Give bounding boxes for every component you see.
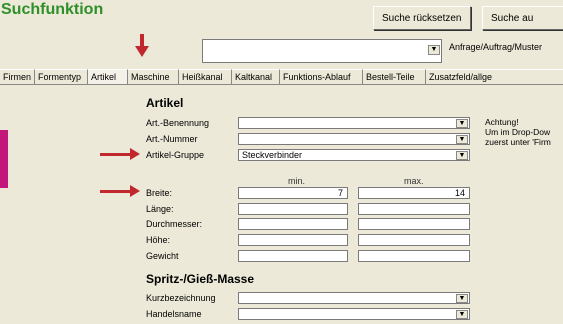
min-header: min. <box>288 176 306 186</box>
arrow-right-shaft <box>100 153 130 156</box>
durchmesser-min-input[interactable] <box>238 218 348 230</box>
durchmesser-max-input[interactable] <box>358 218 470 230</box>
kurzbezeichnung-select[interactable]: ▼ <box>238 292 470 304</box>
art-nummer-select[interactable]: ▼ <box>238 133 470 145</box>
arrow-right-icon <box>130 148 140 160</box>
arrow-right-icon <box>130 185 140 197</box>
gewicht-max-input[interactable] <box>358 250 470 262</box>
tab-firmen[interactable]: Firmen <box>0 69 35 84</box>
tab-bar: Firmen Formentyp Artikel Maschine Heißka… <box>0 69 563 84</box>
kurzbezeichnung-label: Kurzbezeichnung <box>146 293 216 303</box>
chevron-down-icon[interactable]: ▼ <box>456 310 468 319</box>
query-combo[interactable]: ▼ <box>202 39 442 63</box>
arrow-right-shaft <box>100 190 130 193</box>
masse-heading: Spritz-/Gieß-Masse <box>146 272 255 286</box>
artikel-gruppe-value: Steckverbinder <box>242 150 303 160</box>
laenge-max-input[interactable] <box>358 203 470 215</box>
artikel-gruppe-label: Artikel-Gruppe <box>146 150 205 160</box>
breite-max-input[interactable]: 14 <box>358 187 470 199</box>
chevron-down-icon[interactable]: ▼ <box>428 45 440 55</box>
tab-bestell-teile[interactable]: Bestell-Teile <box>363 69 426 84</box>
durchmesser-label: Durchmesser: <box>146 219 203 229</box>
tab-artikel[interactable]: Artikel <box>88 69 128 84</box>
note-line-3: zuerst unter 'Firm <box>485 137 551 147</box>
search-window: Suchfunktion Suche rücksetzen Suche au ▼… <box>0 0 563 324</box>
tab-kaltkanal[interactable]: Kaltkanal <box>232 69 280 84</box>
arrow-down-shaft <box>140 34 144 46</box>
window-title: Suchfunktion <box>1 1 104 18</box>
reset-search-button[interactable]: Suche rücksetzen <box>373 6 471 30</box>
max-header: max. <box>404 176 424 186</box>
breite-label: Breite: <box>146 188 173 198</box>
chevron-down-icon[interactable]: ▼ <box>456 294 468 303</box>
handelsname-label: Handelsname <box>146 309 202 319</box>
art-benennung-select[interactable]: ▼ <box>238 117 470 129</box>
art-nummer-label: Art.-Nummer <box>146 134 198 144</box>
tab-heisskanal[interactable]: Heißkanal <box>179 69 232 84</box>
accent-bar <box>0 130 8 188</box>
breite-min-input[interactable]: 7 <box>238 187 348 199</box>
note-line-2: Um im Drop-Dow <box>485 127 551 137</box>
hoehe-label: Höhe: <box>146 235 171 245</box>
art-benennung-label: Art.-Benennung <box>146 118 210 128</box>
chevron-down-icon[interactable]: ▼ <box>456 119 468 128</box>
tab-divider <box>0 84 563 85</box>
artikel-heading: Artikel <box>146 96 184 110</box>
tab-formentyp[interactable]: Formentyp <box>35 69 88 84</box>
laenge-min-input[interactable] <box>238 203 348 215</box>
tab-zusatzfeld[interactable]: Zusatzfeld/allge <box>426 69 563 84</box>
laenge-label: Länge: <box>146 204 174 214</box>
search-button[interactable]: Suche au <box>482 6 563 30</box>
note-line-1: Achtung! <box>485 117 519 127</box>
arrow-down-icon <box>135 46 149 57</box>
handelsname-select[interactable]: ▼ <box>238 308 470 320</box>
query-label: Anfrage/Auftrag/Muster <box>449 42 543 52</box>
tab-maschine[interactable]: Maschine <box>128 69 179 84</box>
gewicht-label: Gewicht <box>146 251 179 261</box>
chevron-down-icon[interactable]: ▼ <box>456 135 468 144</box>
hoehe-max-input[interactable] <box>358 234 470 246</box>
artikel-gruppe-select[interactable]: Steckverbinder ▼ <box>238 149 470 161</box>
hoehe-min-input[interactable] <box>238 234 348 246</box>
gewicht-min-input[interactable] <box>238 250 348 262</box>
tab-funktions-ablauf[interactable]: Funktions-Ablauf <box>280 69 363 84</box>
chevron-down-icon[interactable]: ▼ <box>456 151 468 160</box>
